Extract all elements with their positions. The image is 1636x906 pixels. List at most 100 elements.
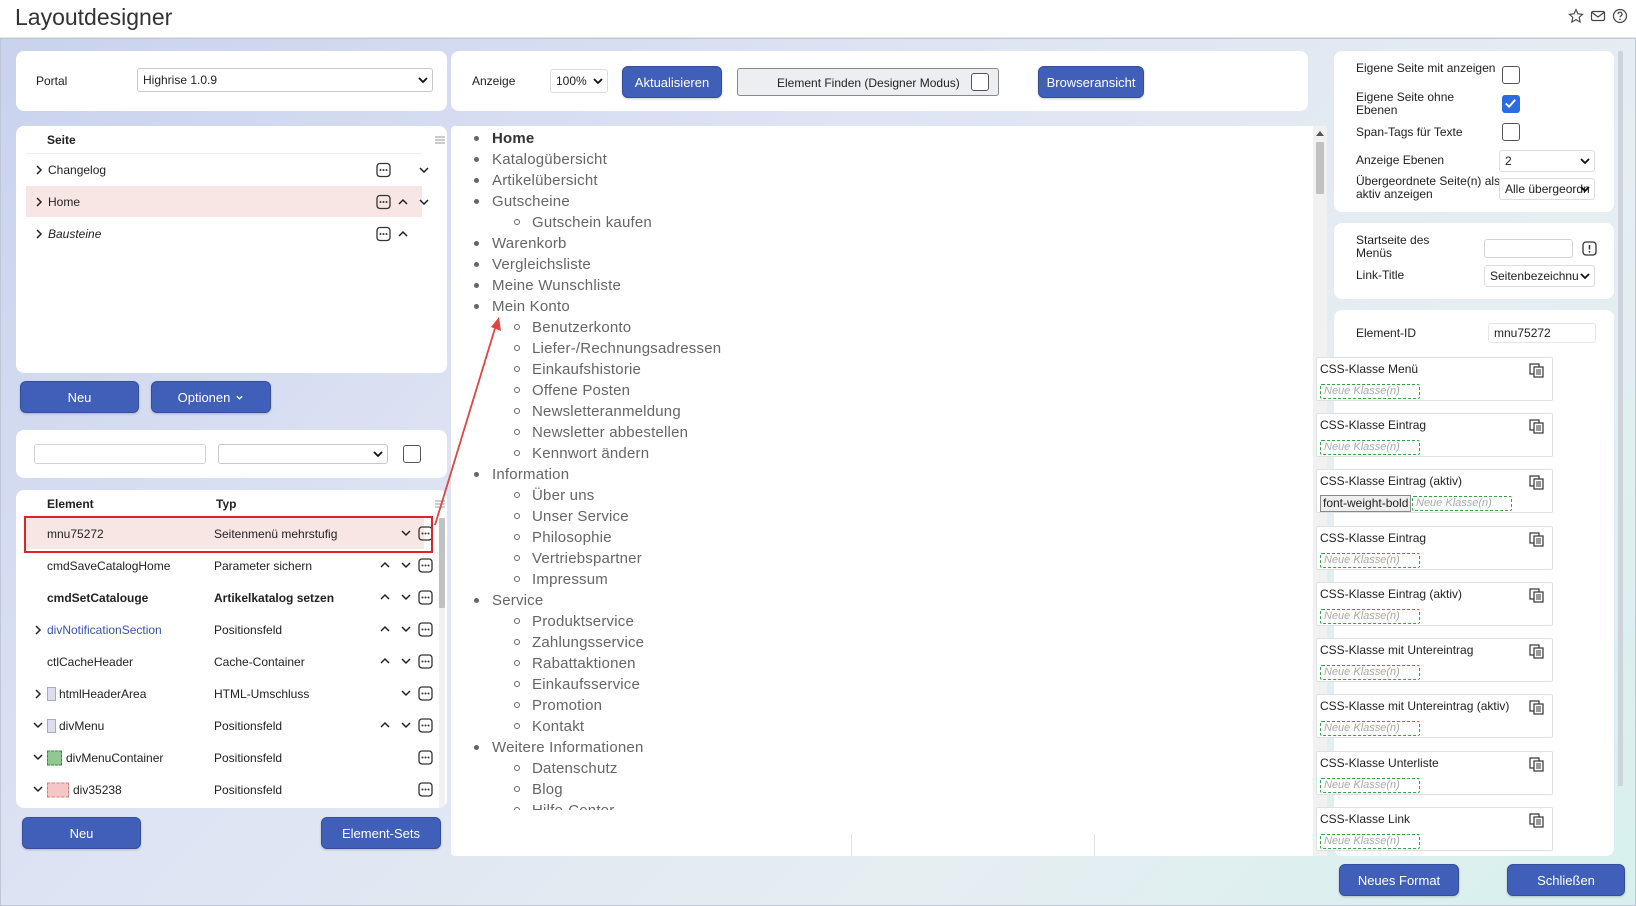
chevron-right-icon[interactable]	[33, 688, 43, 700]
submenu-item[interactable]: Offene Posten	[514, 380, 630, 401]
new-class-input[interactable]: Neue Klasse(n)	[1320, 553, 1420, 568]
close-button[interactable]: Schließen	[1507, 864, 1625, 896]
copy-icon[interactable]	[1529, 813, 1544, 828]
chevron-down-icon[interactable]	[32, 719, 44, 731]
find-element-toggle[interactable]: Element Finden (Designer Modus)	[737, 68, 999, 96]
copy-icon[interactable]	[1529, 475, 1544, 490]
submenu-item[interactable]: Einkaufsservice	[514, 674, 640, 695]
more-icon[interactable]	[418, 686, 433, 701]
submenu-item[interactable]: Einkaufshistorie	[514, 359, 641, 380]
submenu-item[interactable]: Vertriebspartner	[514, 548, 642, 569]
menu-item[interactable]: Artikelübersicht	[474, 170, 598, 191]
element-id-input[interactable]: mnu75272	[1488, 323, 1596, 343]
submenu-item[interactable]: Zahlungsservice	[514, 632, 644, 653]
submenu-item[interactable]: Newsletter abbestellen	[514, 422, 688, 443]
new-class-input[interactable]: Neue Klasse(n)	[1412, 496, 1512, 511]
submenu-item[interactable]: Newsletteranmeldung	[514, 401, 681, 422]
copy-icon[interactable]	[1529, 532, 1544, 547]
menu-item[interactable]: Vergleichsliste	[474, 254, 591, 275]
submenu-item[interactable]: Datenschutz	[514, 758, 618, 779]
more-icon[interactable]	[418, 558, 433, 573]
table-row[interactable]: cmdSaveCatalogHome Parameter sichern	[26, 550, 433, 581]
alert-icon[interactable]	[1582, 241, 1597, 256]
submenu-item[interactable]: Benutzerkonto	[514, 317, 631, 338]
new-class-input[interactable]: Neue Klasse(n)	[1320, 665, 1420, 680]
new-class-input[interactable]: Neue Klasse(n)	[1320, 384, 1420, 399]
copy-icon[interactable]	[1529, 419, 1544, 434]
refresh-button[interactable]: Aktualisieren	[622, 66, 722, 98]
more-icon[interactable]	[376, 194, 391, 209]
table-row[interactable]: cmdSetCatalouge Artikelkatalog setzen	[26, 582, 433, 613]
menu-item[interactable]: Weitere Informationen	[474, 737, 644, 758]
submenu-item[interactable]: Produktservice	[514, 611, 634, 632]
css-class-chip[interactable]: font-weight-bold	[1320, 495, 1412, 512]
more-icon[interactable]	[418, 718, 433, 733]
more-icon[interactable]	[376, 162, 391, 177]
copy-icon[interactable]	[1529, 700, 1544, 715]
own-page-with-checkbox[interactable]	[1502, 66, 1520, 84]
chevron-up-icon[interactable]	[379, 655, 391, 667]
more-icon[interactable]	[418, 750, 433, 765]
chevron-down-icon[interactable]	[400, 623, 412, 635]
column-menu-icon[interactable]	[435, 135, 445, 145]
chevron-up-icon[interactable]	[397, 228, 409, 240]
new-page-button[interactable]: Neu	[20, 381, 139, 413]
page-row-bausteine[interactable]: Bausteine	[26, 218, 422, 249]
copy-icon[interactable]	[1529, 363, 1544, 378]
new-class-input[interactable]: Neue Klasse(n)	[1320, 834, 1420, 849]
new-class-input[interactable]: Neue Klasse(n)	[1320, 440, 1420, 455]
scroll-up-icon[interactable]	[1316, 130, 1324, 136]
chevron-down-icon[interactable]	[418, 196, 430, 208]
more-icon[interactable]	[418, 782, 433, 797]
options-button[interactable]: Optionen	[151, 381, 271, 413]
table-row[interactable]: divMenu Positionsfeld	[26, 710, 433, 741]
chevron-down-icon[interactable]	[32, 783, 44, 795]
levels-select[interactable]: 2	[1499, 150, 1595, 172]
chevron-right-icon[interactable]	[34, 228, 44, 240]
submenu-item[interactable]: Über uns	[514, 485, 594, 506]
span-tags-checkbox[interactable]	[1502, 123, 1520, 141]
parent-active-select[interactable]: Alle übergeordn	[1499, 178, 1595, 200]
submenu-item[interactable]: Kennwort ändern	[514, 443, 649, 464]
chevron-down-icon[interactable]	[400, 655, 412, 667]
chevron-right-icon[interactable]	[33, 624, 43, 636]
star-icon[interactable]	[1568, 8, 1584, 24]
chevron-down-icon[interactable]	[400, 559, 412, 571]
more-icon[interactable]	[418, 654, 433, 669]
new-class-input[interactable]: Neue Klasse(n)	[1320, 609, 1420, 624]
chevron-down-icon[interactable]	[400, 687, 412, 699]
help-icon[interactable]	[1612, 8, 1628, 24]
more-icon[interactable]	[418, 622, 433, 637]
submenu-item[interactable]: Liefer-/Rechnungsadressen	[514, 338, 721, 359]
elements-scrollbar[interactable]	[439, 518, 445, 808]
browser-view-button[interactable]: Browseransicht	[1038, 66, 1144, 98]
link-title-select[interactable]: Seitenbezeichnu	[1484, 265, 1595, 287]
chevron-up-icon[interactable]	[379, 559, 391, 571]
element-sets-button[interactable]: Element-Sets	[321, 817, 441, 849]
chevron-down-icon[interactable]	[32, 751, 44, 763]
chevron-down-icon[interactable]	[418, 164, 430, 176]
chevron-up-icon[interactable]	[397, 196, 409, 208]
more-icon[interactable]	[418, 590, 433, 605]
chevron-up-icon[interactable]	[379, 719, 391, 731]
submenu-item[interactable]: Promotion	[514, 695, 602, 716]
submenu-item[interactable]: Rabattaktionen	[514, 653, 636, 674]
portal-select[interactable]: Highrise 1.0.9	[137, 68, 433, 92]
type-filter-select[interactable]	[218, 444, 388, 464]
submenu-item[interactable]: Hilfe-Center	[514, 800, 614, 810]
submenu-item[interactable]: Gutschein kaufen	[514, 212, 652, 233]
settings-scrollbar[interactable]	[1617, 51, 1625, 856]
element-filter-input[interactable]	[34, 444, 206, 464]
new-class-input[interactable]: Neue Klasse(n)	[1320, 721, 1420, 736]
page-row-home[interactable]: Home	[26, 186, 429, 217]
table-row[interactable]: divMenuContainer Positionsfeld	[26, 742, 433, 773]
filter-checkbox[interactable]	[403, 445, 421, 463]
copy-icon[interactable]	[1529, 588, 1544, 603]
menu-item[interactable]: Warenkorb	[474, 233, 567, 254]
page-row-changelog[interactable]: Changelog	[26, 154, 429, 185]
menu-item[interactable]: Home	[474, 128, 534, 149]
new-element-button[interactable]: Neu	[22, 817, 141, 849]
menu-item[interactable]: Katalogübersicht	[474, 149, 607, 170]
table-row[interactable]: htmlHeaderArea HTML-Umschluss	[26, 678, 433, 709]
find-element-checkbox[interactable]	[971, 73, 989, 91]
